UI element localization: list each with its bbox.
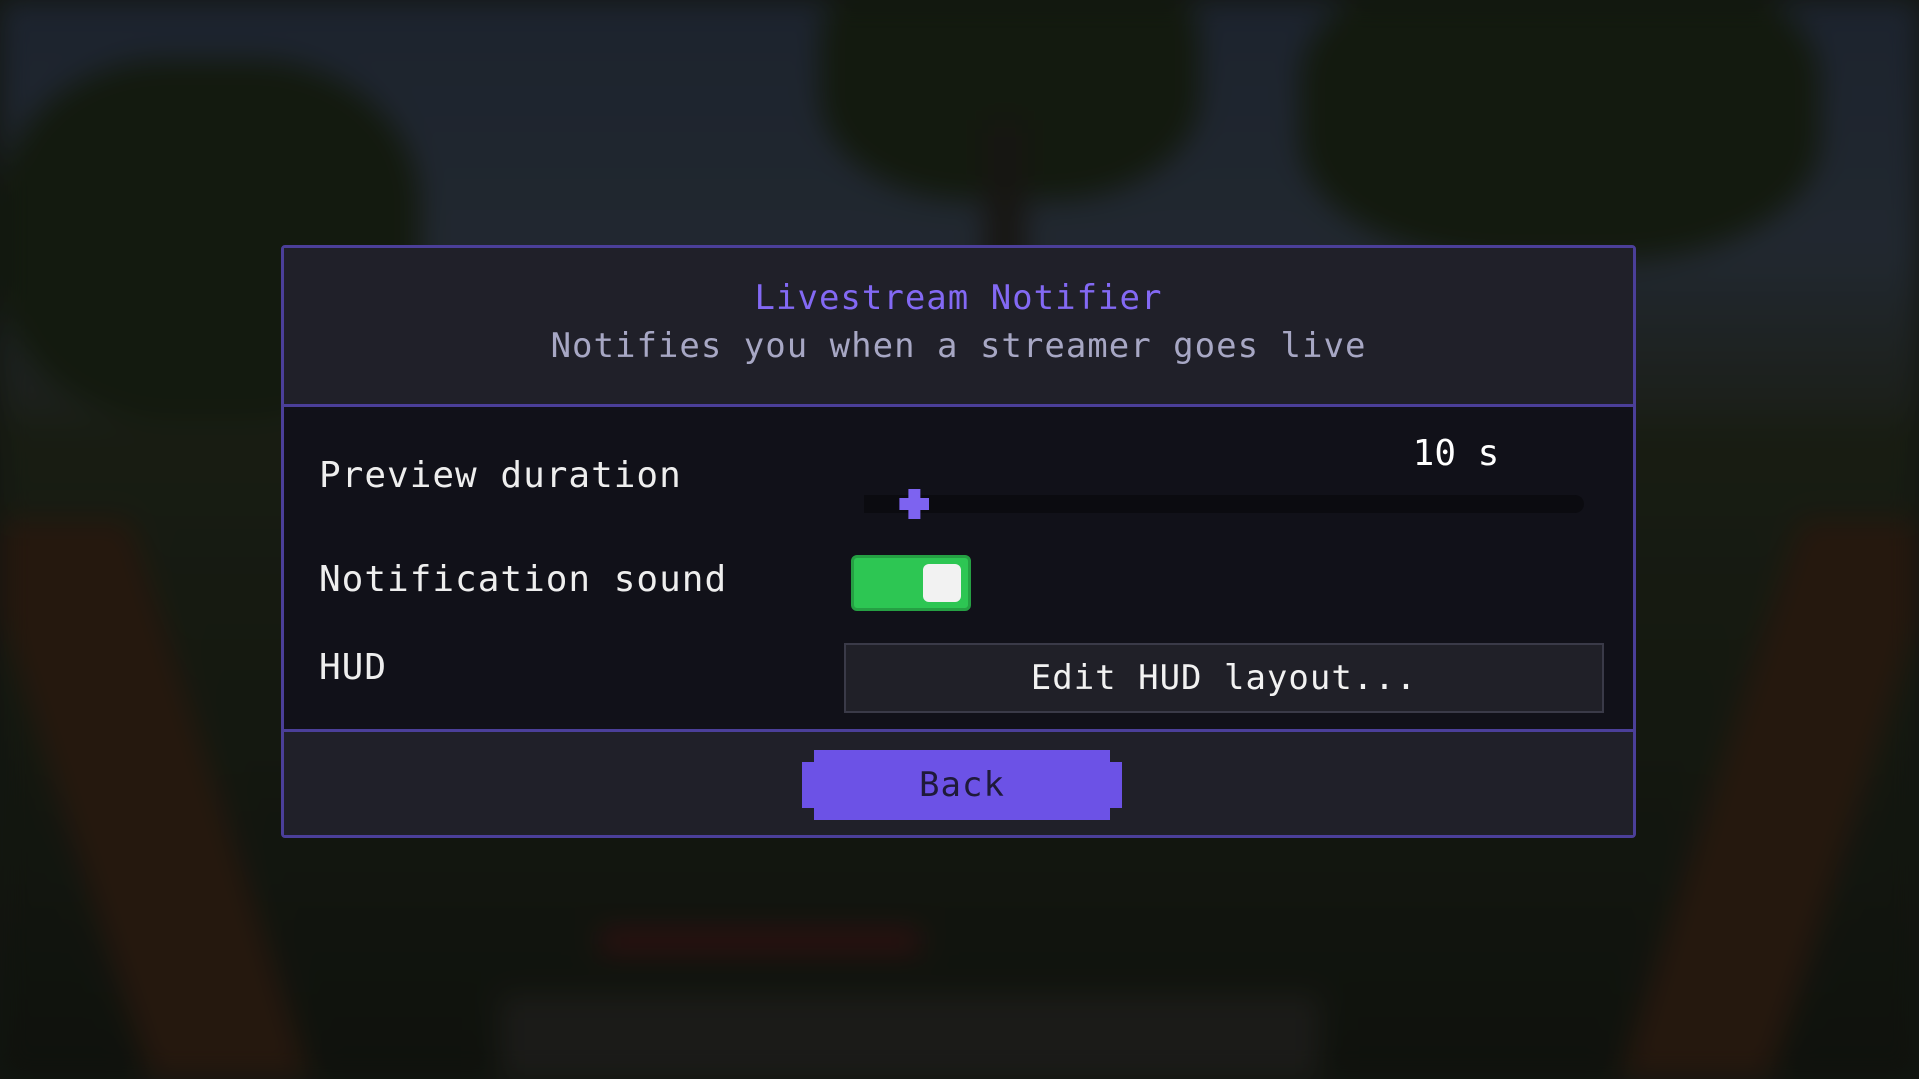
toggle-knob: [923, 564, 961, 602]
preview-duration-value: 10 s: [1412, 433, 1500, 474]
dialog-title: Livestream Notifier: [754, 278, 1163, 318]
dialog-subtitle: Notifies you when a streamer goes live: [550, 326, 1367, 366]
settings-dialog: Livestream Notifier Notifies you when a …: [281, 245, 1636, 838]
preview-duration-slider[interactable]: [864, 489, 1584, 519]
edit-hud-layout-button[interactable]: Edit HUD layout...: [844, 643, 1604, 713]
hud-label: HUD: [319, 647, 388, 688]
back-button[interactable]: Back: [802, 750, 1122, 820]
slider-handle[interactable]: [899, 489, 930, 519]
dialog-footer: Back: [284, 729, 1633, 835]
settings-list: Preview duration 10 s Notification sound…: [284, 407, 1633, 732]
preview-duration-label: Preview duration: [319, 455, 682, 496]
notification-sound-label: Notification sound: [319, 559, 728, 600]
notification-sound-toggle[interactable]: [851, 555, 971, 611]
dialog-header: Livestream Notifier Notifies you when a …: [284, 248, 1633, 407]
